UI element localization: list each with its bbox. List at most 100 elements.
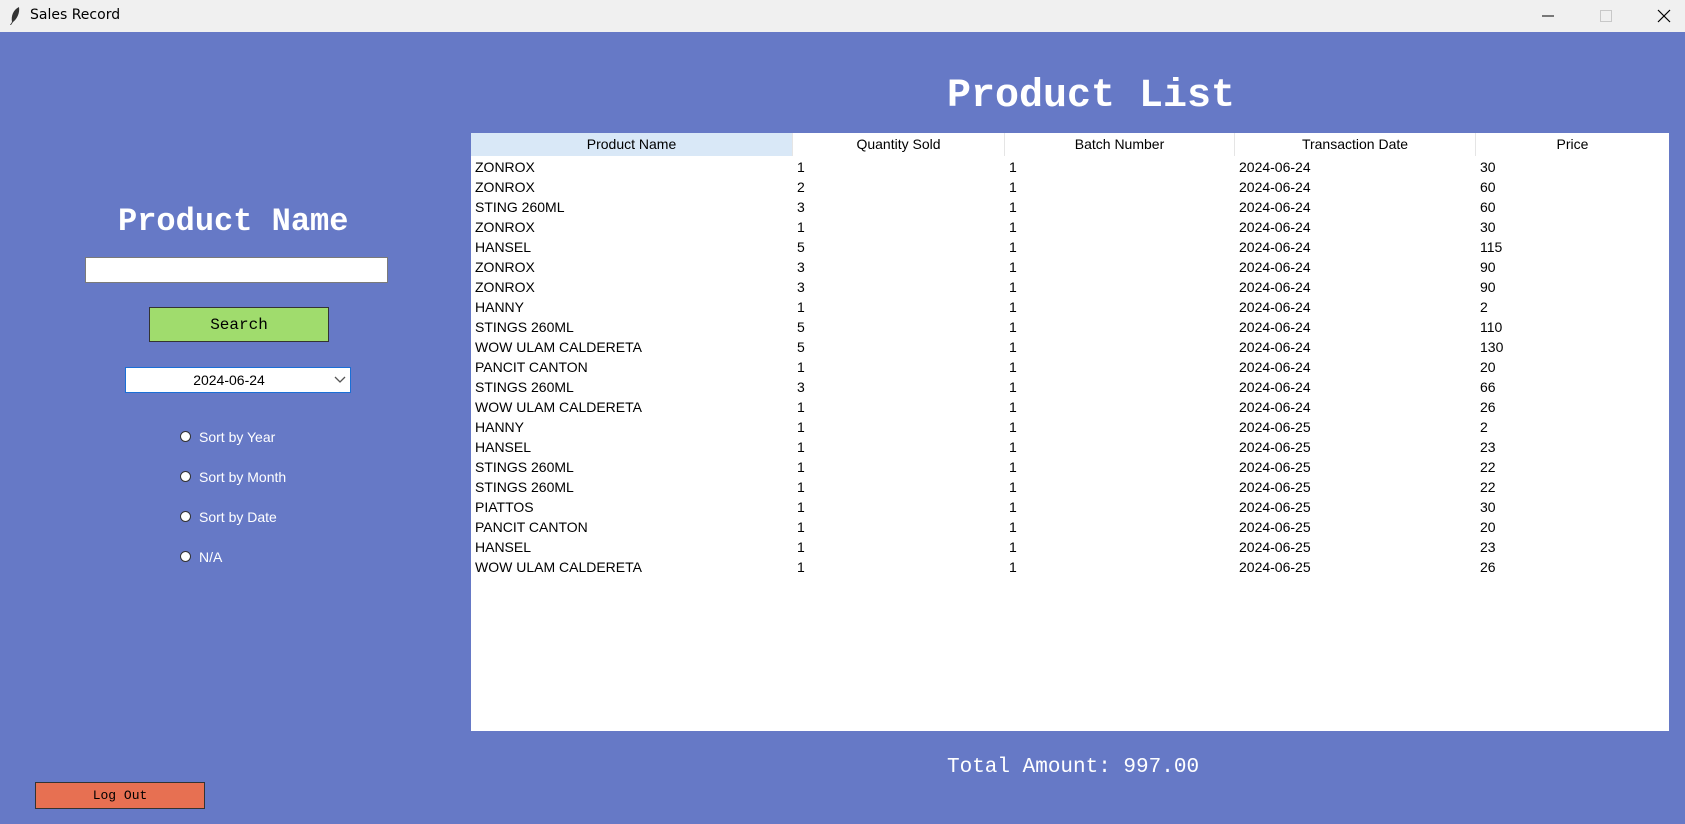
column-header-price[interactable]: Price [1476,133,1669,156]
cell-batch-number: 1 [1009,279,1017,295]
table-row[interactable]: ZONROX 1 1 2024-06-24 30 [471,157,1669,177]
cell-product-name: ZONROX [475,259,535,275]
cell-quantity-sold: 1 [797,419,805,435]
table-row[interactable]: STINGS 260ML 5 1 2024-06-24 110 [471,317,1669,337]
cell-transaction-date: 2024-06-25 [1239,419,1311,435]
cell-product-name: STINGS 260ML [475,459,574,475]
logout-button[interactable]: Log Out [35,782,205,809]
cell-transaction-date: 2024-06-24 [1239,339,1311,355]
radio-button[interactable] [180,511,191,522]
cell-batch-number: 1 [1009,539,1017,555]
cell-batch-number: 1 [1009,519,1017,535]
cell-transaction-date: 2024-06-24 [1239,279,1311,295]
cell-quantity-sold: 3 [797,199,805,215]
cell-product-name: HANSEL [475,439,532,455]
cell-product-name: PIATTOS [475,499,534,515]
table-row[interactable]: HANNY 1 1 2024-06-24 2 [471,297,1669,317]
cell-batch-number: 1 [1009,339,1017,355]
radio-button[interactable] [180,471,191,482]
cell-product-name: WOW ULAM CALDERETA [475,399,642,415]
cell-quantity-sold: 1 [797,559,805,575]
cell-batch-number: 1 [1009,219,1017,235]
table-row[interactable]: PANCIT CANTON 1 1 2024-06-24 20 [471,357,1669,377]
cell-product-name: HANNY [475,299,525,315]
column-header-quantity-sold[interactable]: Quantity Sold [793,133,1005,156]
date-select[interactable]: 2024-06-24 [125,367,351,393]
table-row[interactable]: ZONROX 2 1 2024-06-24 60 [471,177,1669,197]
cell-quantity-sold: 5 [797,319,805,335]
cell-transaction-date: 2024-06-25 [1239,539,1311,555]
radio-button[interactable] [180,551,191,562]
cell-product-name: HANSEL [475,239,532,255]
cell-product-name: STING 260ML [475,199,565,215]
cell-product-name: STINGS 260ML [475,319,574,335]
table-row[interactable]: WOW ULAM CALDERETA 5 1 2024-06-24 130 [471,337,1669,357]
cell-price: 60 [1480,179,1496,195]
cell-product-name: ZONROX [475,279,535,295]
cell-quantity-sold: 1 [797,439,805,455]
cell-transaction-date: 2024-06-24 [1239,399,1311,415]
cell-quantity-sold: 1 [797,519,805,535]
table-row[interactable]: PIATTOS 1 1 2024-06-25 30 [471,497,1669,517]
table-row[interactable]: HANSEL 5 1 2024-06-24 115 [471,237,1669,257]
table-row[interactable]: STINGS 260ML 1 1 2024-06-25 22 [471,477,1669,497]
table-row[interactable]: HANSEL 1 1 2024-06-25 23 [471,437,1669,457]
cell-batch-number: 1 [1009,379,1017,395]
table-row[interactable]: PANCIT CANTON 1 1 2024-06-25 20 [471,517,1669,537]
cell-product-name: HANNY [475,419,525,435]
close-button[interactable] [1635,0,1685,32]
table-row[interactable]: HANNY 1 1 2024-06-25 2 [471,417,1669,437]
cell-price: 30 [1480,499,1496,515]
cell-product-name: ZONROX [475,179,535,195]
table-row[interactable]: HANSEL 1 1 2024-06-25 23 [471,537,1669,557]
cell-transaction-date: 2024-06-25 [1239,459,1311,475]
cell-transaction-date: 2024-06-25 [1239,439,1311,455]
product-table[interactable]: Product Name Quantity Sold Batch Number … [471,133,1669,731]
table-row[interactable]: WOW ULAM CALDERETA 1 1 2024-06-25 26 [471,557,1669,577]
cell-batch-number: 1 [1009,299,1017,315]
cell-product-name: PANCIT CANTON [475,359,588,375]
cell-product-name: ZONROX [475,159,535,175]
cell-price: 20 [1480,359,1496,375]
table-row[interactable]: STING 260ML 3 1 2024-06-24 60 [471,197,1669,217]
cell-transaction-date: 2024-06-24 [1239,379,1311,395]
product-search-input[interactable] [85,257,388,283]
table-row[interactable]: ZONROX 1 1 2024-06-24 30 [471,217,1669,237]
title-bar: Sales Record [0,0,1685,32]
cell-product-name: WOW ULAM CALDERETA [475,559,642,575]
maximize-button[interactable] [1577,0,1635,32]
table-row[interactable]: WOW ULAM CALDERETA 1 1 2024-06-24 26 [471,397,1669,417]
cell-transaction-date: 2024-06-24 [1239,299,1311,315]
minimize-button[interactable] [1519,0,1577,32]
column-header-product-name[interactable]: Product Name [471,133,793,156]
cell-quantity-sold: 5 [797,339,805,355]
cell-quantity-sold: 3 [797,259,805,275]
cell-transaction-date: 2024-06-24 [1239,259,1311,275]
cell-price: 130 [1480,339,1504,355]
cell-price: 23 [1480,439,1496,455]
cell-product-name: PANCIT CANTON [475,519,588,535]
radio-button[interactable] [180,431,191,442]
column-header-transaction-date[interactable]: Transaction Date [1235,133,1476,156]
cell-price: 115 [1480,239,1503,255]
cell-price: 22 [1480,459,1496,475]
cell-batch-number: 1 [1009,179,1017,195]
cell-transaction-date: 2024-06-25 [1239,499,1311,515]
table-row[interactable]: ZONROX 3 1 2024-06-24 90 [471,277,1669,297]
search-button[interactable]: Search [149,307,329,342]
cell-transaction-date: 2024-06-24 [1239,359,1311,375]
feather-icon [8,6,22,26]
chevron-down-icon[interactable] [330,368,350,392]
product-list-title: Product List [947,74,1236,119]
cell-quantity-sold: 1 [797,159,805,175]
cell-quantity-sold: 1 [797,299,805,315]
radio-label: Sort by Month [199,469,287,485]
table-row[interactable]: STINGS 260ML 3 1 2024-06-24 66 [471,377,1669,397]
table-row[interactable]: STINGS 260ML 1 1 2024-06-25 22 [471,457,1669,477]
cell-product-name: ZONROX [475,219,535,235]
cell-transaction-date: 2024-06-25 [1239,479,1311,495]
table-row[interactable]: ZONROX 3 1 2024-06-24 90 [471,257,1669,277]
column-header-batch-number[interactable]: Batch Number [1005,133,1235,156]
cell-batch-number: 1 [1009,359,1017,375]
cell-quantity-sold: 1 [797,499,805,515]
